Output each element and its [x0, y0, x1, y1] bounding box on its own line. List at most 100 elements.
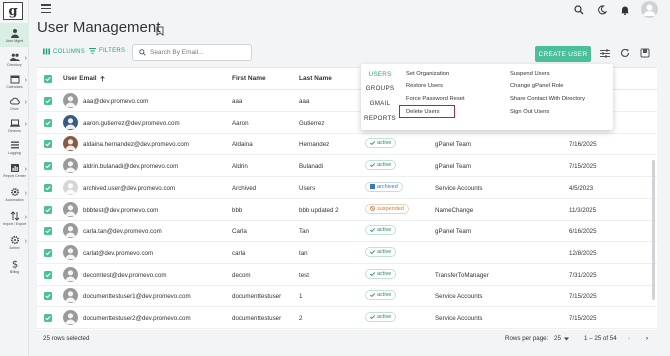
menu-item-suspend-users[interactable]: Suspend Users	[510, 71, 550, 77]
user-email[interactable]: carla.tan@dev.promevo.com	[83, 228, 162, 235]
table-row[interactable]: aldaina.hernandez@dev.promevo.com Aldaina…	[37, 133, 657, 156]
table-row[interactable]: bbbtest@dev.promevo.com bbb bbb updated 2 s…	[37, 199, 657, 221]
sidebar-item-drive[interactable]: Drive ›	[0, 91, 29, 115]
archive-icon	[370, 184, 375, 190]
gear-icon	[10, 187, 19, 196]
hamburger-menu-icon[interactable]	[41, 4, 51, 13]
last-name: 1	[299, 293, 303, 301]
sidebar-item-calendars[interactable]: Calendars ›	[0, 69, 29, 93]
sidebar-item-directory[interactable]: Directory ›	[0, 47, 29, 71]
next-page-icon[interactable]: ›	[646, 335, 648, 342]
table-toolbar: COLUMNS FILTERS CREATE USER	[37, 43, 658, 65]
user-email[interactable]: aaa@dev.promevo.com	[83, 98, 148, 105]
user-email[interactable]: documenttestuser1@dev.promevo.com	[83, 293, 191, 300]
row-checkbox[interactable]	[44, 162, 52, 171]
sidebar-item-label: Devices	[8, 128, 21, 133]
row-checkbox[interactable]	[44, 97, 52, 105]
sidebar-item-billing[interactable]: $ Billing	[0, 254, 29, 278]
bookmark-icon[interactable]	[156, 23, 164, 41]
chevron-right-icon: ›	[24, 190, 27, 197]
table-row[interactable]: carla.tan@dev.promevo.com Carla Tan active g…	[37, 220, 657, 243]
row-checkbox[interactable]	[44, 183, 52, 192]
user-email[interactable]: aldrin.bulanadi@dev.promevo.com	[83, 163, 178, 170]
create-user-button[interactable]: CREATE USER	[535, 46, 591, 62]
chevron-down-icon	[563, 337, 569, 340]
tune-settings-icon[interactable]	[599, 47, 611, 59]
menu-item-share-contact[interactable]: Share Contact With Directory	[510, 96, 585, 102]
sidebar-item-user-mgmt[interactable]: User Mgmt	[0, 23, 29, 47]
status-label: archived	[377, 183, 398, 190]
status-badge: active	[365, 268, 397, 279]
sidebar-item-label: Automation	[5, 197, 24, 202]
table-row[interactable]: carlat@dev.promevo.com carla tan active 12/8…	[37, 242, 657, 264]
last-name: bbb updated 2	[299, 206, 339, 214]
user-email[interactable]: aaron.gutierrez@dev.promevo.com	[83, 120, 180, 127]
menu-tab-groups[interactable]: GROUPS	[361, 85, 399, 92]
table-row[interactable]: archived.user@dev.promevo.com Archived Use…	[37, 177, 657, 199]
row-checkbox[interactable]	[44, 118, 52, 127]
group-name: gPanel Team	[435, 141, 472, 149]
dark-mode-icon[interactable]	[595, 3, 609, 17]
menu-item-set-organization[interactable]: Set Organization	[406, 71, 449, 77]
email-header-label: User Email	[63, 75, 97, 82]
sidebar-item-import-export[interactable]: Import / Export ›	[0, 206, 29, 230]
people-icon	[9, 53, 20, 61]
user-email[interactable]: aldaina.hernandez@dev.promevo.com	[83, 141, 189, 148]
user-email[interactable]: decomtest@dev.promevo.com	[83, 272, 167, 279]
status-badge: active	[365, 290, 397, 301]
table-row[interactable]: aldrin.bulanadi@dev.promevo.com Aldrin Bul…	[37, 155, 657, 178]
blocked-icon	[370, 206, 375, 211]
first-name: carla	[232, 249, 246, 257]
select-all-checkbox[interactable]	[44, 75, 52, 83]
user-avatar[interactable]	[641, 1, 658, 18]
chevron-right-icon: ›	[24, 238, 27, 245]
search-input[interactable]	[150, 49, 250, 56]
chevron-right-icon: ›	[24, 214, 27, 221]
sidebar-item-automation[interactable]: Automation ›	[0, 182, 29, 206]
status-badge: active	[365, 138, 397, 149]
row-checkbox[interactable]	[44, 248, 52, 257]
menu-item-sign-out-users[interactable]: Sign Out Users	[510, 109, 549, 115]
page-title: User Management	[37, 19, 161, 36]
sidebar-item-label: Directory	[7, 62, 22, 67]
filters-button[interactable]: FILTERS	[89, 48, 125, 54]
refresh-icon[interactable]	[619, 47, 631, 59]
row-checkbox[interactable]	[44, 140, 52, 149]
column-header-email[interactable]: User Email	[63, 75, 105, 82]
columns-button[interactable]: COLUMNS	[43, 48, 85, 55]
menu-item-restore-users[interactable]: Restore Users	[406, 83, 443, 89]
row-checkbox[interactable]	[44, 270, 52, 279]
row-checkbox[interactable]	[44, 227, 52, 236]
rows-per-page-select[interactable]: 25	[554, 335, 569, 342]
download-export-icon[interactable]	[639, 47, 651, 59]
menu-tab-reports[interactable]: REPORTS	[361, 115, 399, 122]
sidebar-item-report-center[interactable]: Report Center ›	[0, 158, 29, 182]
sidebar-item-logging[interactable]: Logging	[0, 135, 29, 159]
row-checkbox[interactable]	[44, 314, 52, 322]
sidebar-item-devices[interactable]: Devices ›	[0, 113, 29, 137]
menu-tab-gmail[interactable]: GMAIL	[361, 100, 399, 107]
menu-tab-users[interactable]: USERS	[361, 71, 399, 78]
table-row[interactable]: documenttestuser1@dev.promevo.com documen…	[37, 285, 657, 308]
menu-item-force-password-reset[interactable]: Force Password Reset	[406, 96, 465, 102]
person-icon	[10, 28, 19, 38]
column-header-last-name[interactable]: Last Name	[299, 75, 332, 82]
table-scrollbar[interactable]	[652, 160, 655, 300]
table-row[interactable]: decomtest@dev.promevo.com decom test active…	[37, 264, 657, 286]
group-name: Service Accounts	[435, 184, 483, 192]
table-row[interactable]: documenttestuser2@dev.promevo.com documen…	[37, 307, 657, 329]
user-email[interactable]: archived.user@dev.promevo.com	[83, 185, 175, 192]
gpanel-logo[interactable]: g	[3, 2, 23, 20]
prev-page-icon[interactable]: ‹	[628, 335, 630, 342]
column-header-first-name[interactable]: First Name	[232, 75, 266, 82]
search-icon[interactable]	[572, 3, 586, 17]
user-email[interactable]: carlat@dev.promevo.com	[83, 250, 153, 257]
user-email[interactable]: bbbtest@dev.promevo.com	[83, 207, 158, 214]
first-name: Archived	[232, 184, 257, 192]
row-checkbox[interactable]	[44, 292, 52, 301]
notification-bell-icon[interactable]	[618, 3, 632, 17]
row-checkbox[interactable]	[44, 205, 52, 214]
sidebar-item-admin[interactable]: Admin ›	[0, 230, 29, 254]
menu-item-change-gpanel-role[interactable]: Change gPanel Role	[510, 83, 564, 89]
user-email[interactable]: documenttestuser2@dev.promevo.com	[83, 315, 191, 322]
